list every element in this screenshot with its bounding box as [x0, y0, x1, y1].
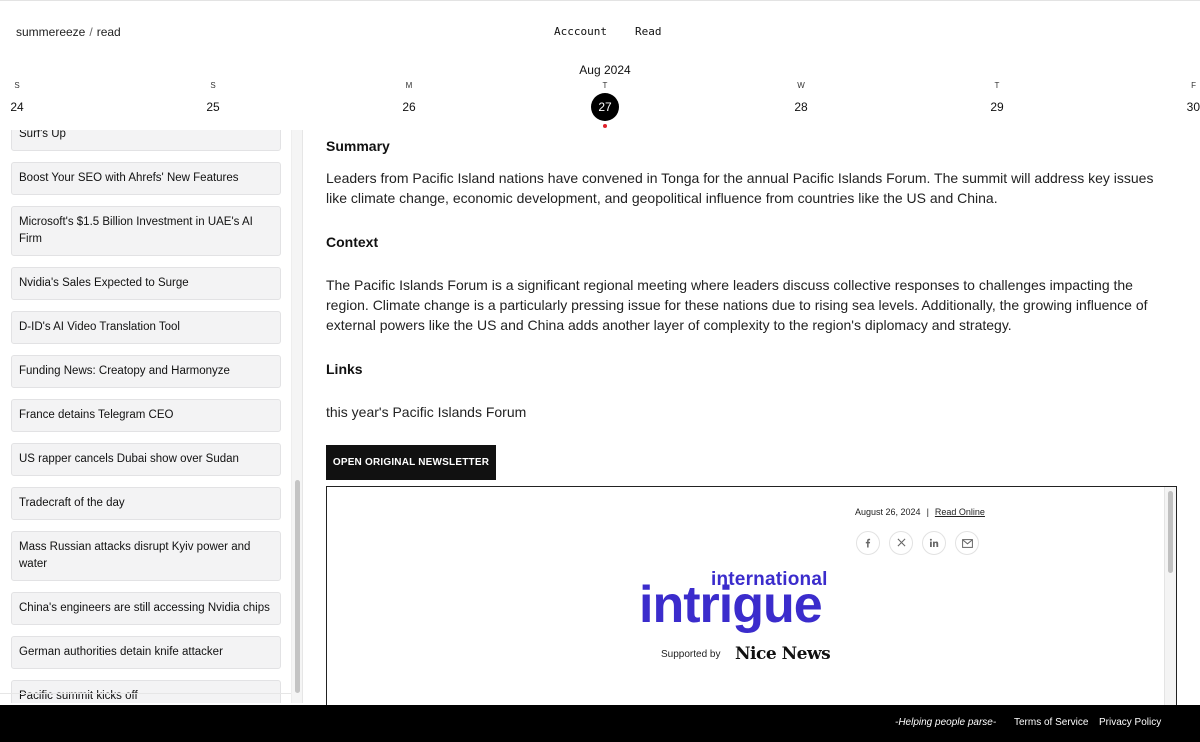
- breadcrumb-separator: /: [89, 25, 93, 39]
- story-list-item[interactable]: D-ID's AI Video Translation Tool: [11, 311, 281, 344]
- breadcrumb: summereeze / read: [16, 25, 121, 39]
- story-list-item[interactable]: Surf's Up: [11, 130, 281, 151]
- privacy-policy-link[interactable]: Privacy Policy: [1099, 717, 1161, 728]
- sponsor-logo[interactable]: Nice News: [735, 644, 831, 664]
- article-link[interactable]: this year's Pacific Islands Forum: [326, 402, 1171, 422]
- calendar-day-of-week: F: [1191, 81, 1196, 90]
- read-online-link[interactable]: Read Online: [935, 507, 985, 517]
- calendar-day-number: 30: [1186, 100, 1200, 114]
- context-text: The Pacific Islands Forum is a significa…: [326, 277, 1148, 333]
- calendar-day[interactable]: F 30: [1173, 80, 1200, 118]
- unread-indicator-dot: [603, 124, 607, 128]
- story-list-item[interactable]: German authorities detain knife attacker: [11, 636, 281, 669]
- calendar-day-number: 29: [990, 100, 1004, 114]
- story-list: Surf's Up Boost Your SEO with Ahrefs' Ne…: [11, 130, 281, 703]
- sidebar-scrollbar-thumb[interactable]: [295, 480, 300, 693]
- story-list-item[interactable]: Boost Your SEO with Ahrefs' New Features: [11, 162, 281, 195]
- calendar-day[interactable]: T 29: [977, 80, 1017, 118]
- newsletter-preview: August 26, 2024 | Read Online internationa…: [326, 486, 1177, 706]
- breadcrumb-user[interactable]: summereeze: [16, 25, 85, 39]
- open-original-newsletter-button[interactable]: OPEN ORIGINAL NEWSLETTER: [326, 445, 496, 480]
- links-heading: Links: [326, 361, 363, 377]
- story-list-item[interactable]: Pacific summit kicks off: [11, 680, 281, 703]
- nav-account-link[interactable]: Acccount: [554, 25, 607, 38]
- top-nav: Acccount Read: [554, 25, 689, 38]
- calendar-day-of-week: W: [797, 81, 805, 90]
- calendar-day-of-week: T: [994, 81, 1000, 90]
- story-list-item[interactable]: Nvidia's Sales Expected to Surge: [11, 267, 281, 300]
- email-icon[interactable]: [955, 531, 979, 555]
- sidebar: Surf's Up Boost Your SEO with Ahrefs' Ne…: [0, 130, 303, 703]
- story-list-item[interactable]: US rapper cancels Dubai show over Sudan: [11, 443, 281, 476]
- footer: -Helping people parse- Terms of Service …: [0, 705, 1200, 742]
- footer-tagline: -Helping people parse-: [895, 717, 997, 728]
- facebook-icon[interactable]: [856, 531, 880, 555]
- calendar-month: Aug 2024: [579, 63, 631, 77]
- terms-of-service-link[interactable]: Terms of Service: [1014, 717, 1088, 728]
- calendar-day-number: 25: [206, 100, 220, 114]
- nav-read-link[interactable]: Read: [635, 25, 662, 38]
- calendar-day-of-week: S: [210, 81, 216, 90]
- newsletter-date: August 26, 2024: [855, 507, 921, 517]
- newsletter-scrollbar[interactable]: [1164, 487, 1176, 706]
- calendar-day[interactable]: S 24: [0, 80, 37, 118]
- summary-text: Leaders from Pacific Island nations have…: [326, 170, 1154, 206]
- calendar-day[interactable]: W 28: [781, 80, 821, 118]
- calendar-day-number: 26: [402, 100, 416, 114]
- story-list-item[interactable]: Mass Russian attacks disrupt Kyiv power …: [11, 531, 281, 581]
- summary-heading: Summary: [326, 138, 390, 154]
- calendar-day-number: 28: [794, 100, 808, 114]
- sidebar-divider: [0, 693, 292, 694]
- supported-by-label: Supported by: [661, 649, 721, 660]
- calendar-day-of-week: S: [14, 81, 20, 90]
- newsletter-date-row: August 26, 2024 | Read Online: [855, 507, 985, 517]
- calendar-day[interactable]: M 26: [389, 80, 429, 118]
- calendar-day[interactable]: S 25: [193, 80, 233, 118]
- calendar-day-of-week: T: [602, 81, 608, 90]
- linkedin-icon[interactable]: [922, 531, 946, 555]
- header: summereeze / read Acccount Read: [0, 0, 1200, 60]
- story-list-item[interactable]: France detains Telegram CEO: [11, 399, 281, 432]
- story-list-item[interactable]: Microsoft's $1.5 Billion Investment in U…: [11, 206, 281, 256]
- context-heading: Context: [326, 234, 379, 250]
- story-list-item[interactable]: China's engineers are still accessing Nv…: [11, 592, 281, 625]
- story-list-item[interactable]: Funding News: Creatopy and Harmonyze: [11, 355, 281, 388]
- newsletter-date-separator: |: [926, 507, 929, 517]
- calendar-day-number: 24: [10, 100, 24, 114]
- calendar-day-of-week: M: [405, 81, 413, 90]
- newsletter-scrollbar-thumb[interactable]: [1168, 491, 1173, 573]
- x-icon[interactable]: [889, 531, 913, 555]
- story-list-item[interactable]: Tradecraft of the day: [11, 487, 281, 520]
- newsletter-logo: intrigue: [639, 576, 823, 634]
- calendar-day-number: 27: [591, 93, 619, 121]
- sidebar-scrollbar[interactable]: [291, 130, 302, 703]
- calendar-day-selected[interactable]: T 27: [585, 80, 625, 128]
- breadcrumb-page: read: [96, 25, 121, 39]
